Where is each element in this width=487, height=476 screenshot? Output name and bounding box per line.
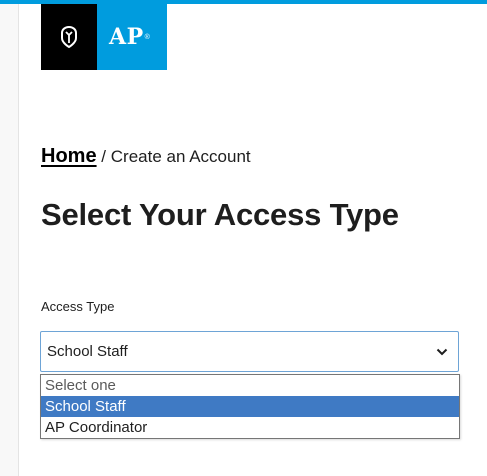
page-frame: AP ® Home / Create an Account Select Your… [0,0,487,476]
page-title: Select Your Access Type [41,197,399,232]
breadcrumb: Home / Create an Account [41,145,251,168]
access-type-dropdown-list: Select one School Staff AP Coordinator [40,374,460,439]
ap-logo-text: AP ® [97,4,167,70]
breadcrumb-home-link[interactable]: Home [41,145,97,167]
breadcrumb-separator: / [96,147,111,166]
main-content: AP ® Home / Create an Account Select Your… [18,4,487,476]
access-type-select[interactable]: School Staff [40,331,459,372]
ap-logo[interactable]: AP ® [41,4,167,70]
ap-logo-label: AP [109,24,144,50]
breadcrumb-current: Create an Account [110,147,251,166]
option-school-staff[interactable]: School Staff [41,396,459,417]
access-type-label: Access Type [41,299,115,314]
registered-mark: ® [144,33,151,41]
chevron-down-icon [436,346,448,358]
college-board-acorn-icon [41,4,97,70]
access-type-selected-value: School Staff [47,343,128,360]
option-select-one[interactable]: Select one [41,375,459,396]
option-ap-coordinator[interactable]: AP Coordinator [41,417,459,438]
